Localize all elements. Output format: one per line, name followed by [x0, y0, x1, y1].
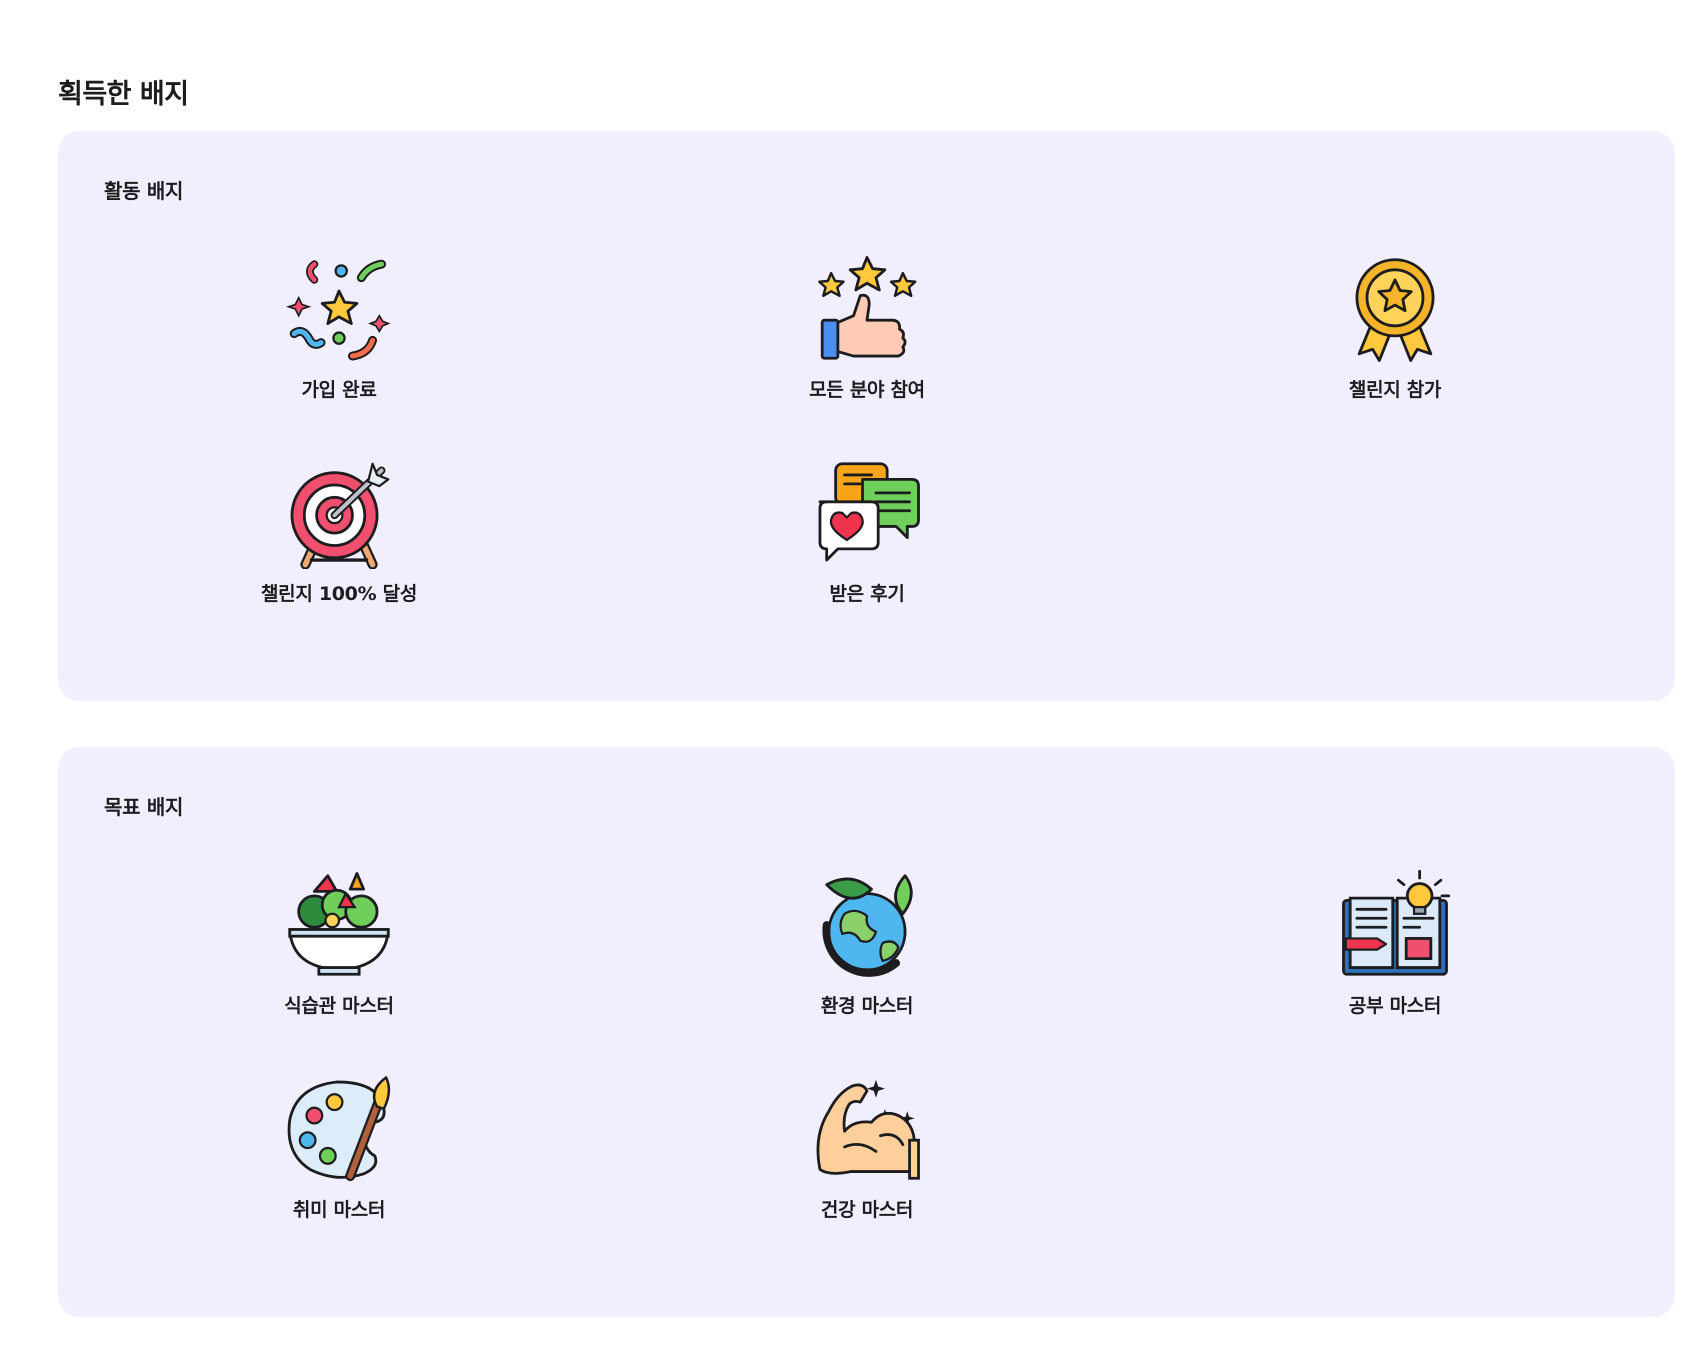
target-arrow-icon — [290, 462, 390, 569]
badge-health-master[interactable]: 건강 마스터 — [737, 1073, 997, 1243]
page-title: 획득한 배지 — [58, 79, 189, 110]
section-title: 활동 배지 — [104, 179, 184, 203]
badge-challenge-100[interactable]: 챌린지 100% 달성 — [209, 457, 469, 627]
badge-label: 모든 분야 참여 — [809, 379, 925, 401]
badge-study-master[interactable]: 공부 마스터 — [1265, 869, 1525, 1039]
badge-all-categories[interactable]: 모든 분야 참여 — [737, 253, 997, 423]
badge-label: 받은 후기 — [829, 583, 905, 605]
section-title: 목표 배지 — [104, 795, 184, 819]
badge-signup-complete[interactable]: 가입 완료 — [209, 253, 469, 423]
salad-bowl-icon — [288, 872, 390, 976]
badge-label: 건강 마스터 — [820, 1199, 914, 1221]
badge-label: 챌린지 참가 — [1348, 379, 1442, 401]
badge-label: 식습관 마스터 — [284, 995, 394, 1017]
badge-label: 취미 마스터 — [292, 1199, 386, 1221]
badge-label: 환경 마스터 — [820, 995, 914, 1017]
confetti-icon — [285, 259, 391, 361]
badge-diet-master[interactable]: 식습관 마스터 — [209, 869, 469, 1039]
badge-label: 가입 완료 — [301, 379, 377, 401]
badges-page: 획득한 배지 활동 배지 가입 완료 모든 분야 참여 챌린지 참가 챌린지 1… — [0, 0, 1707, 1359]
badge-label: 챌린지 100% 달성 — [260, 583, 418, 605]
earth-leaf-icon — [822, 874, 913, 977]
badge-challenge-join[interactable]: 챌린지 참가 — [1265, 253, 1525, 423]
badge-environment-master[interactable]: 환경 마스터 — [737, 869, 997, 1039]
badge-reviews-received[interactable]: 받은 후기 — [737, 457, 997, 627]
activity-badges-section: 활동 배지 가입 완료 모든 분야 참여 챌린지 참가 챌린지 100% 달성 … — [58, 131, 1675, 701]
badge-hobby-master[interactable]: 취미 마스터 — [209, 1073, 469, 1243]
chat-bubbles-heart-icon — [818, 462, 920, 562]
goal-badges-section: 목표 배지 식습관 마스터 환경 마스터 공부 마스터 취미 마스터 건강 마스… — [58, 747, 1675, 1317]
thumbs-up-stars-icon — [818, 256, 917, 360]
badge-label: 공부 마스터 — [1348, 995, 1442, 1017]
muscle-arm-icon — [816, 1079, 920, 1180]
paint-palette-icon — [287, 1076, 391, 1182]
medal-icon — [1355, 258, 1435, 362]
open-book-bulb-icon — [1342, 869, 1451, 976]
